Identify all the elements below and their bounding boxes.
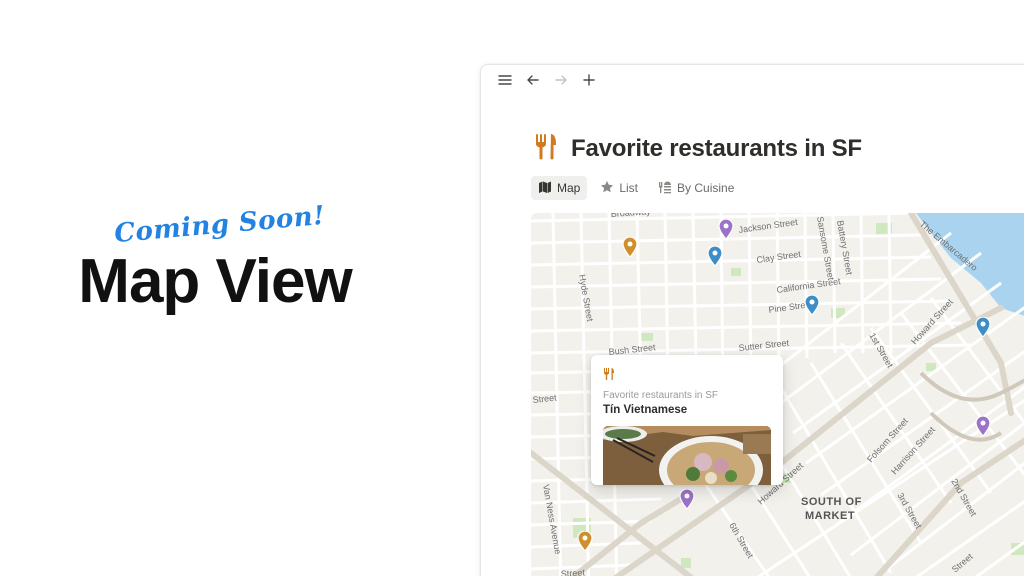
restaurant-card[interactable]: Favorite restaurants in SF Tín Vietnames…	[591, 355, 783, 485]
fork-knife-icon[interactable]	[533, 131, 559, 166]
map-pin-gold[interactable]	[622, 237, 638, 257]
plus-icon[interactable]	[577, 68, 601, 92]
map-pin-blue[interactable]	[707, 246, 723, 266]
map-icon	[538, 180, 552, 197]
card-database-name: Favorite restaurants in SF	[603, 390, 719, 401]
menu-icon[interactable]	[493, 68, 517, 92]
hero: Coming Soon! Map View	[40, 201, 420, 317]
map-pin-purple[interactable]	[718, 219, 734, 239]
tab-by-cuisine-label: By Cuisine	[677, 181, 735, 195]
page-title: Favorite restaurants in SF	[571, 134, 862, 162]
map-pin-gold[interactable]	[577, 531, 593, 551]
tab-list[interactable]: List	[593, 176, 645, 200]
tab-by-cuisine[interactable]: By Cuisine	[651, 176, 741, 200]
coming-soon-label: Coming Soon!	[113, 200, 327, 250]
tab-map[interactable]: Map	[531, 176, 588, 200]
page-header: Favorite restaurants in SF	[533, 131, 862, 166]
map-canvas[interactable]: Broadway Jackson Street Sansome Street B…	[531, 213, 1024, 576]
map-pin-blue[interactable]	[804, 295, 820, 315]
tab-list-label: List	[619, 181, 639, 195]
pho-bowl-photo	[603, 426, 771, 485]
map-pin-purple[interactable]	[679, 489, 695, 509]
card-restaurant-name: Tín Vietnamese	[603, 404, 688, 416]
app-window: Favorite restaurants in SF Map List By C…	[480, 64, 1024, 576]
topbar	[481, 65, 1024, 95]
fork-knife-icon	[603, 367, 771, 386]
tab-map-label: Map	[557, 181, 581, 195]
cuisine-icon	[658, 180, 672, 197]
star-icon	[600, 180, 614, 197]
map-pin-purple[interactable]	[975, 416, 991, 436]
district-label: MARKET	[805, 510, 855, 522]
forward-arrow-icon[interactable]	[549, 68, 573, 92]
hero-title: Map View	[78, 247, 352, 316]
map-pin-blue[interactable]	[975, 317, 991, 337]
view-tabs: Map List By Cuisine	[531, 176, 741, 200]
district-label: SOUTH OF	[801, 496, 862, 508]
street-label: Street	[560, 567, 585, 576]
back-arrow-icon[interactable]	[521, 68, 545, 92]
